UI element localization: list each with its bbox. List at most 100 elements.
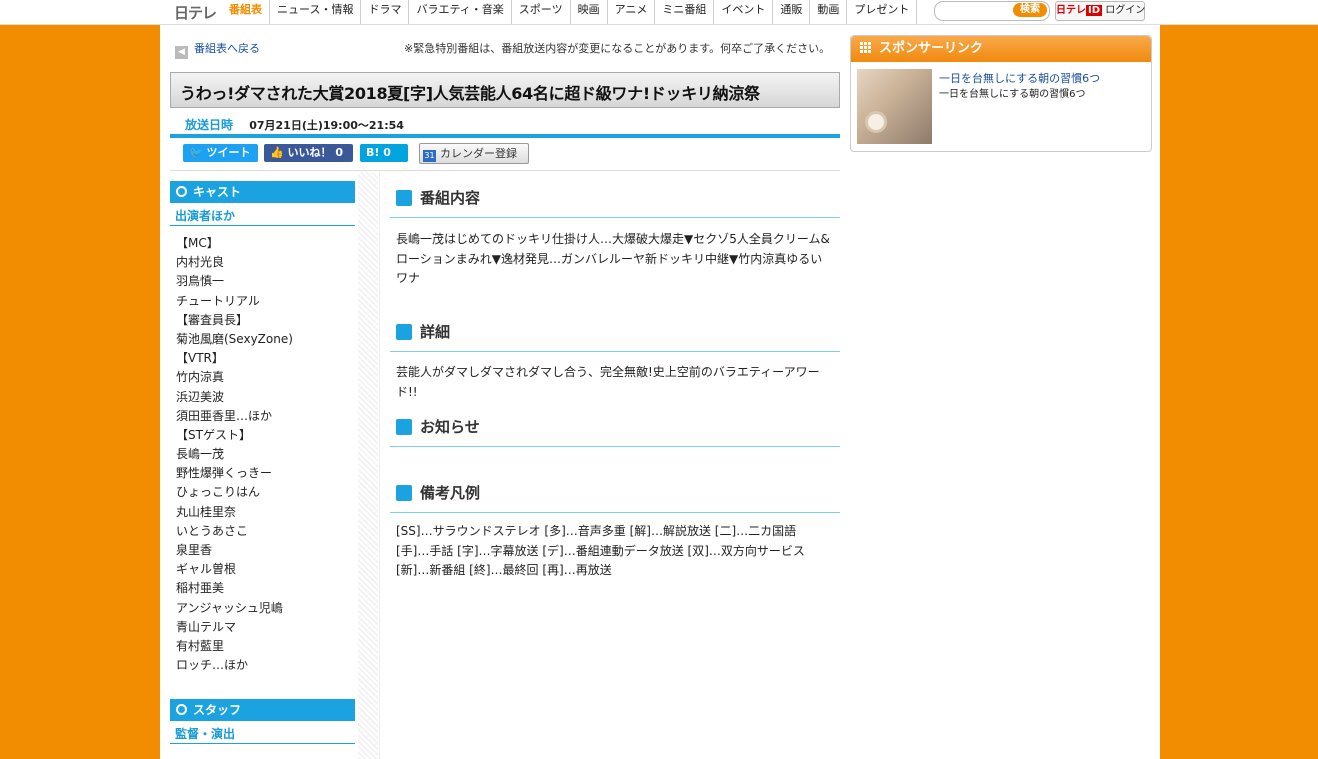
cast-item: アンジャッシュ児嶋	[176, 600, 283, 615]
cast-item: 丸山桂里奈	[176, 504, 237, 519]
staff-subheading: 監督・演出	[170, 724, 355, 744]
global-nav: 番組表 ニュース・情報 ドラマ バラエティ・音楽 スポーツ 映画 アニメ ミニ番…	[222, 0, 918, 24]
section-legend-heading: 備考凡例	[390, 470, 840, 513]
login-label: ログイン	[1105, 5, 1146, 16]
login-button[interactable]: 日テレ ID ログイン	[1055, 1, 1145, 21]
nav-item-drama[interactable]: ドラマ	[361, 0, 410, 24]
tweet-button[interactable]: 🐦 ツイート	[183, 144, 258, 162]
hatena-bookmark-button[interactable]: B! 0	[360, 144, 408, 162]
blue-square-icon	[396, 419, 412, 435]
air-datetime-label: 放送日時	[185, 118, 234, 132]
cast-item: 浜辺美波	[176, 389, 225, 404]
text-line: [SS]…サラウンドステレオ [多]…音声多重 [解]…解説放送 [二]…二カ国…	[396, 524, 797, 538]
title-divider	[170, 134, 840, 138]
search-input[interactable]	[941, 3, 1007, 19]
striped-divider	[358, 172, 378, 759]
calendar-register-button[interactable]: 31 カレンダー登録	[419, 143, 529, 164]
section-heading-label: お知らせ	[420, 418, 480, 436]
cast-item: 【STゲスト】	[176, 427, 251, 442]
cast-item: 長嶋一茂	[176, 447, 225, 462]
grid-icon	[860, 42, 871, 53]
cast-item: ひょっこりはん	[176, 485, 261, 500]
air-datetime-value: 07月21日(土)19:00～21:54	[249, 119, 404, 132]
staff-heading-label: スタッフ	[193, 703, 242, 717]
ad-thumbnail[interactable]	[857, 69, 932, 144]
cast-column: キャスト 出演者ほか 【MC】 内村光良 羽鳥慎一 チュートリアル 【審査員長】…	[170, 172, 380, 759]
cast-item: 泉里香	[176, 543, 213, 557]
staff-heading: スタッフ	[170, 699, 355, 721]
facebook-like-button[interactable]: 👍 いいね！ 0	[264, 144, 353, 162]
text-line: [手]…手話 [字]…字幕放送 [デ]…番組連動データ放送 [双]…双方向サービ…	[396, 543, 805, 558]
section-heading-label: 番組内容	[420, 189, 481, 207]
cast-item: 須田亜香里…ほか	[176, 408, 273, 423]
text-line: ワナ	[396, 271, 421, 285]
cast-item: 野性爆弾くっきー	[176, 466, 273, 481]
nav-item-anime[interactable]: アニメ	[608, 0, 656, 24]
ad-title-link[interactable]: 一日を台無しにする朝の習慣6つ	[939, 70, 1100, 86]
nav-item-shopping[interactable]: 通販	[773, 0, 811, 24]
program-details: 番組内容 長嶋一茂はじめてのドッキリ仕掛け人…大爆破大爆走▼セクゾ5人全員クリー…	[390, 172, 840, 759]
cast-item: 羽鳥慎一	[176, 274, 225, 289]
section-program-content-heading: 番組内容	[390, 175, 840, 218]
cast-item: 竹内涼真	[176, 370, 225, 385]
blue-square-icon	[396, 485, 412, 501]
text-line: [新]…新番組 [終]…最終回 [再]…再放送	[396, 563, 612, 577]
nav-item-sports[interactable]: スポーツ	[512, 0, 571, 24]
legend-text: [SS]…サラウンドステレオ [多]…音声多重 [解]…解説放送 [二]…二カ国…	[396, 522, 840, 581]
back-arrow-icon: ◀	[175, 46, 188, 59]
tweet-label: ツイート	[206, 146, 251, 159]
text-line: ローションまみれ▼逸材発見…ガンバレルーヤ新ドッキリ中継▼竹内涼真ゆるい	[396, 251, 823, 266]
nav-item-event[interactable]: イベント	[714, 0, 774, 24]
cast-item: 【VTR】	[176, 351, 224, 366]
hatena-bookmark-icon: B!	[366, 146, 380, 159]
search-box: 検索	[934, 1, 1050, 21]
share-divider	[170, 170, 840, 171]
sponsor-box: スポンサーリンク 一日を台無しにする朝の習慣6つ 一日を台無しにする朝の習慣6つ	[850, 35, 1152, 152]
air-datetime-row: 放送日時 07月21日(土)19:00～21:54	[185, 116, 404, 133]
twitter-bird-icon: 🐦	[189, 146, 203, 159]
cast-item: チュートリアル	[176, 293, 260, 308]
cast-heading-label: キャスト	[193, 185, 242, 199]
cast-item: 有村藍里	[176, 638, 225, 653]
nav-item-variety-music[interactable]: バラエティ・音楽	[409, 0, 512, 24]
section-heading-label: 備考凡例	[420, 484, 481, 502]
ntv-logo[interactable]: 日テレ	[174, 2, 217, 22]
cast-heading: キャスト	[170, 181, 355, 203]
detail-text: 芸能人がダマしダマされダマし合う、完全無敵!史上空前のバラエティーアワード!!	[396, 363, 840, 402]
cast-item: ギャル曽根	[176, 562, 237, 577]
nav-item-bangumihyo[interactable]: 番組表	[222, 0, 270, 24]
nav-item-movie[interactable]: 映画	[571, 0, 608, 24]
text-line: 芸能人がダマしダマされダマし合う、完全無敵!史上空前のバラエティーアワード!!	[396, 365, 820, 399]
sponsor-heading: スポンサーリンク	[851, 36, 1151, 62]
search-button[interactable]: 検索	[1013, 3, 1047, 17]
top-navigation-bar: 日テレ 番組表 ニュース・情報 ドラマ バラエティ・音楽 スポーツ 映画 アニメ…	[0, 0, 1318, 25]
cast-item: 稲村亜美	[176, 581, 225, 596]
section-heading-label: 詳細	[420, 323, 451, 341]
nav-item-news[interactable]: ニュース・情報	[270, 0, 362, 24]
cast-item: 菊池風磨(SexyZone)	[176, 331, 293, 346]
program-title: うわっ!ダマされた大賞2018夏[字]人気芸能人64名に超ド級ワナ!ドッキリ納涼…	[180, 84, 760, 103]
id-mark: ID	[1086, 5, 1103, 16]
calendar-icon: 31	[423, 150, 436, 162]
nav-item-present[interactable]: プレゼント	[847, 0, 918, 24]
like-label: いいね！	[287, 146, 332, 159]
nav-item-video[interactable]: 動画	[810, 0, 848, 24]
cast-item: いとうあさこ	[176, 523, 249, 538]
hatena-count: 0	[383, 146, 391, 159]
cast-item: ロッチ…ほか	[176, 658, 249, 673]
nav-item-mini-program[interactable]: ミニ番組	[655, 0, 715, 24]
sponsor-heading-label: スポンサーリンク	[879, 41, 984, 56]
cast-item: 青山テルマ	[176, 619, 237, 634]
section-detail-heading: 詳細	[390, 309, 840, 352]
cast-subheading: 出演者ほか	[170, 206, 355, 226]
back-link-label: 番組表へ戻る	[194, 42, 260, 55]
back-to-schedule-link[interactable]: ◀ 番組表へ戻る	[175, 40, 260, 59]
emergency-notice: ※緊急特別番組は、番組放送内容が変更になることがあります。何卒ご了承ください。	[404, 42, 831, 55]
circle-bullet-icon	[176, 186, 187, 197]
circle-bullet-icon	[176, 704, 187, 715]
cast-list: 【MC】 内村光良 羽鳥慎一 チュートリアル 【審査員長】 菊池風磨(SexyZ…	[176, 234, 293, 675]
cast-item: 【MC】	[176, 236, 219, 250]
alarm-clock-icon	[865, 111, 887, 133]
ntv-id-logo: 日テレ	[1056, 5, 1086, 16]
calendar-label: カレンダー登録	[440, 147, 517, 160]
